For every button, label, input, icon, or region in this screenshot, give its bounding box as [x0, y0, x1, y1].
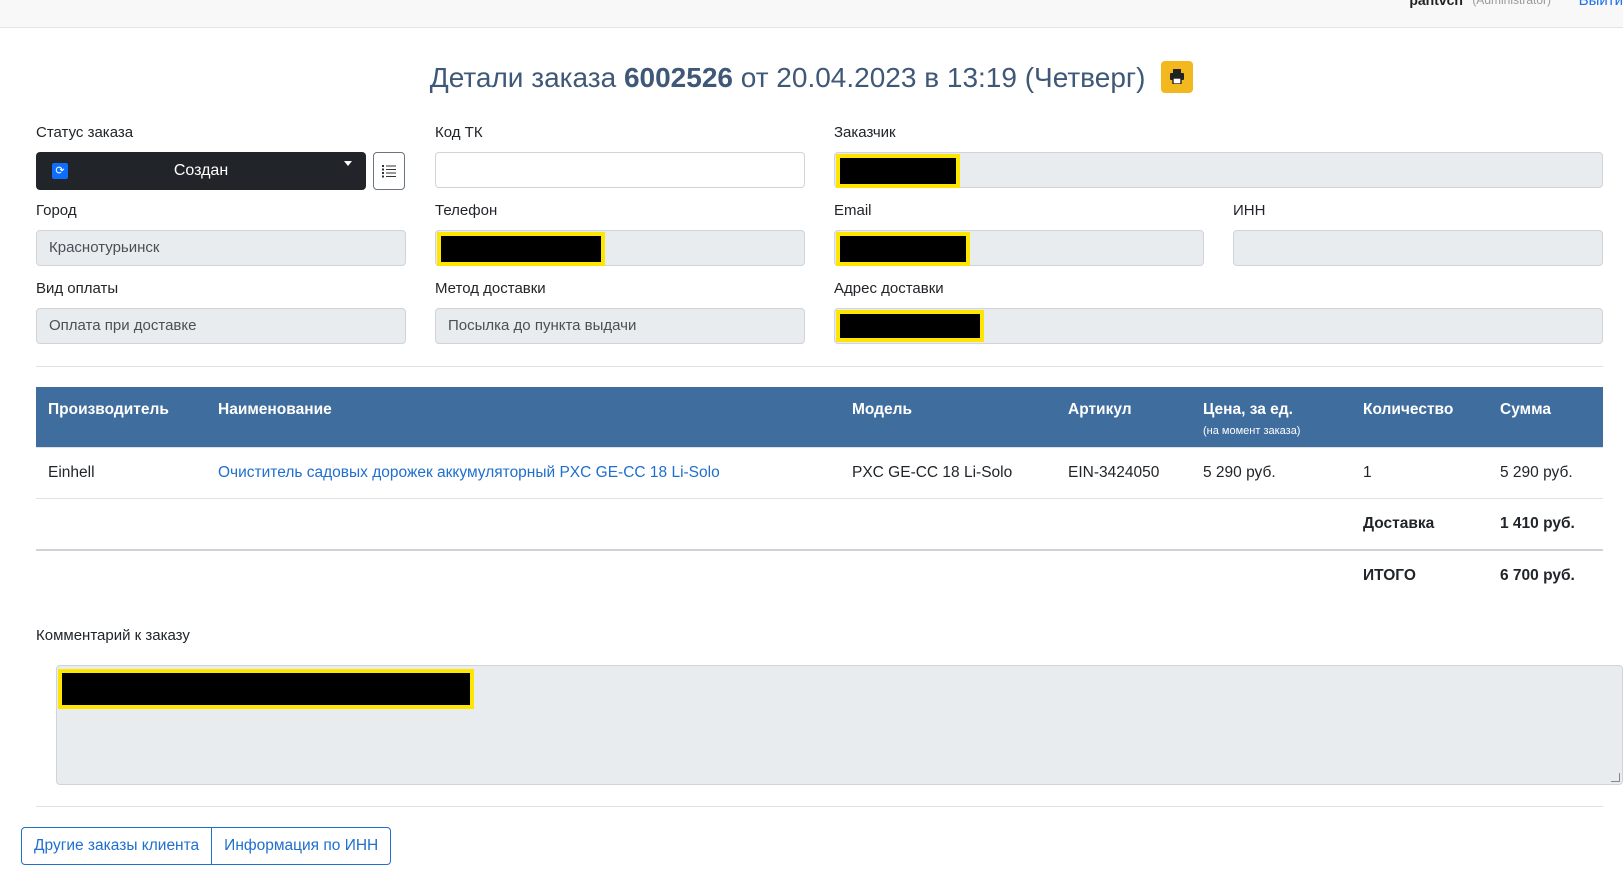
city-label: Город: [36, 202, 77, 219]
table-header: Производитель Наименование Модель Артику…: [36, 387, 1603, 448]
col-name: Наименование: [206, 387, 840, 448]
email-label: Email: [834, 202, 872, 219]
city-field: Краснотурьинск: [36, 230, 406, 266]
delivery-row: Доставка 1 410 руб.: [36, 498, 1603, 550]
payment-label: Вид оплаты: [36, 280, 119, 297]
title-date: от 20.04.2023 в 13:19 (Четверг): [740, 62, 1146, 93]
order-number: 6002526: [623, 62, 733, 93]
delivery-value: 1 410 руб.: [1488, 498, 1603, 550]
delivery-label: Доставка: [1351, 498, 1488, 550]
user-role: (Administrator): [1472, 0, 1551, 7]
phone-label: Телефон: [435, 202, 498, 219]
list-icon: [382, 165, 396, 178]
redacted-email: [836, 232, 970, 266]
col-sku: Артикул: [1056, 387, 1191, 448]
cell-qty: 1: [1351, 447, 1488, 499]
total-label: ИТОГО: [1351, 549, 1488, 601]
page-title: Детали заказа 6002526 от 20.04.2023 в 13…: [0, 60, 1623, 96]
col-price-label: Цена, за ед.: [1203, 401, 1293, 418]
col-manufacturer: Производитель: [36, 387, 206, 448]
status-value: Создан: [173, 162, 229, 179]
tk-code-label: Код ТК: [435, 124, 483, 141]
col-price-note: (на момент заказа): [1203, 425, 1301, 437]
inn-label: ИНН: [1233, 202, 1266, 219]
cell-sku: EIN-3424050: [1056, 447, 1191, 499]
cell-name: Очиститель садовых дорожек аккумуляторны…: [206, 447, 840, 499]
product-link[interactable]: Очиститель садовых дорожек аккумуляторны…: [218, 464, 720, 481]
table-row: Einhell Очиститель садовых дорожек аккум…: [36, 447, 1603, 499]
status-select[interactable]: ⟳ Создан: [36, 152, 366, 190]
cell-price: 5 290 руб.: [1191, 447, 1351, 499]
top-navbar: pahtvch (Administrator) Выйти: [0, 0, 1623, 28]
total-row: ИТОГО 6 700 руб.: [36, 549, 1603, 601]
col-qty: Количество: [1351, 387, 1488, 448]
redacted-customer: [836, 154, 960, 188]
delivery-method-field: Посылка до пункта выдачи: [435, 308, 805, 344]
order-items-table: Производитель Наименование Модель Артику…: [36, 387, 1603, 601]
customer-label: Заказчик: [834, 124, 896, 141]
cell-manufacturer: Einhell: [36, 447, 206, 499]
delivery-method-label: Метод доставки: [435, 280, 546, 297]
cell-model: PXC GE-CC 18 Li-Solo: [840, 447, 1056, 499]
total-value: 6 700 руб.: [1488, 549, 1603, 601]
tk-code-input[interactable]: [435, 152, 805, 188]
title-prefix: Детали заказа: [429, 62, 617, 93]
redacted-phone: [437, 232, 605, 266]
payment-field: Оплата при доставке: [36, 308, 406, 344]
chevron-down-icon: [344, 161, 352, 166]
other-orders-button[interactable]: Другие заказы клиента: [21, 827, 213, 865]
inn-info-button[interactable]: Информация по ИНН: [212, 827, 392, 865]
status-label: Статус заказа: [36, 124, 134, 141]
comment-label: Комментарий к заказу: [36, 627, 190, 644]
col-model: Модель: [840, 387, 1056, 448]
print-button[interactable]: [1161, 60, 1194, 93]
current-user: pahtvch: [1409, 0, 1463, 8]
inn-field: [1233, 230, 1603, 266]
print-icon: [1170, 68, 1185, 84]
status-history-button[interactable]: [373, 152, 405, 190]
client-actions: Другие заказы клиента Информация по ИНН: [21, 827, 392, 865]
redacted-comment: [58, 669, 474, 709]
address-label: Адрес доставки: [834, 280, 944, 297]
cell-sum: 5 290 руб.: [1488, 447, 1603, 499]
logout-link[interactable]: Выйти: [1579, 0, 1623, 9]
redacted-address: [836, 310, 984, 342]
resize-handle[interactable]: [1611, 773, 1620, 782]
col-sum: Сумма: [1488, 387, 1603, 448]
divider: [36, 806, 1603, 807]
divider: [36, 366, 1603, 367]
col-price: Цена, за ед. (на момент заказа): [1191, 387, 1351, 448]
